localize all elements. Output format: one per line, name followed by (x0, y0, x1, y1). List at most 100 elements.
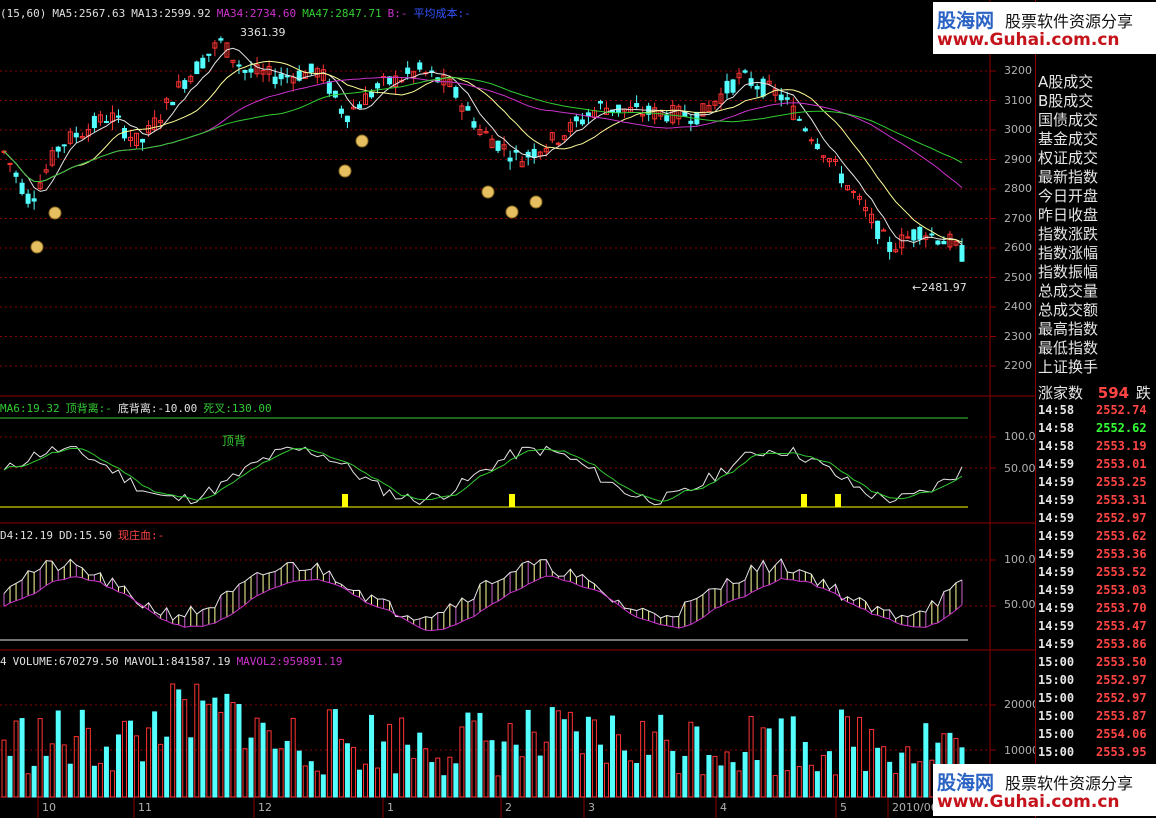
candle-body (344, 115, 350, 123)
candle-body (194, 61, 200, 75)
index-menu-item[interactable]: 权证成交 (1038, 147, 1098, 168)
p4-legend-item: MAVOL2:959891.19 (236, 655, 343, 668)
index-menu-item[interactable]: 最低指数 (1038, 337, 1098, 358)
up-count-label: 涨家数 (1038, 384, 1084, 402)
p2-legend-item: 底背离:-10.00 (117, 402, 198, 415)
index-menu-item[interactable]: 指数涨幅 (1038, 242, 1098, 263)
money-bag-icon (30, 240, 44, 254)
volume-bar (845, 716, 850, 798)
banker-indicator-legend: D4:12.19 DD:15.50 现庄血:- (0, 527, 170, 543)
volume-bar (266, 730, 272, 798)
volume-bar (881, 746, 887, 798)
main-legend-item: MA5:2567.63 (52, 7, 126, 20)
volume-bar (128, 720, 134, 798)
axis-tick-label: 100.0 (1004, 553, 1036, 566)
axis-tick-label: 2500 (1004, 270, 1032, 284)
volume-bar (778, 718, 784, 798)
candle-body (941, 241, 947, 245)
volume-bar (85, 727, 91, 798)
volume-bar (646, 754, 652, 798)
candle-body (375, 83, 381, 89)
volume-bar (887, 761, 893, 798)
candle-body (13, 172, 19, 177)
volume-bar (851, 746, 857, 798)
volume-bar (49, 743, 55, 798)
tick-price: 2553.70 (1096, 601, 1147, 615)
index-menu-item[interactable]: 最新指数 (1038, 166, 1098, 187)
candle-body (465, 106, 471, 111)
candle-body (272, 76, 278, 85)
candle-body (236, 64, 242, 67)
volume-bar (869, 728, 875, 798)
tick-row: 14:59 2553.70 (1038, 601, 1147, 615)
main-indicator-legend: (15,60) MA5:2567.63 MA13:2599.92 MA34:2734.… (0, 5, 477, 21)
candle-body (453, 87, 459, 98)
axis-tick-label: 50.00 (1004, 598, 1036, 611)
date-tick-label: 10 (42, 801, 56, 814)
p3-legend-item: DD:15.50 (58, 529, 112, 542)
volume-bar (736, 770, 742, 798)
index-menu-item[interactable]: B股成交 (1038, 90, 1093, 111)
tick-time: 15:00 (1038, 745, 1075, 759)
volume-bar (628, 760, 634, 798)
tick-time: 14:59 (1038, 493, 1075, 507)
volume-bar (766, 728, 772, 798)
volume-bar (712, 755, 718, 798)
index-menu-item[interactable]: A股成交 (1038, 71, 1093, 92)
volume-indicator-legend: 4 VOLUME:670279.50 MAVOL1:841587.19 MAVOL2:… (0, 655, 349, 668)
index-menu-item[interactable]: 指数振幅 (1038, 261, 1098, 282)
tick-price: 2553.62 (1096, 529, 1147, 543)
index-menu-item[interactable]: 国债成交 (1038, 109, 1098, 130)
divergence-indicator-legend: MA6:19.32 顶背离:- 底背离:-10.00 死叉:130.00 (0, 400, 278, 416)
candle-body (242, 70, 248, 73)
candle-body (507, 157, 513, 162)
candle-body (278, 73, 284, 80)
index-menu-item[interactable]: 指数涨跌 (1038, 223, 1098, 244)
volume-bar (597, 744, 603, 798)
tick-row: 14:59 2553.03 (1038, 583, 1147, 597)
volume-bar (658, 714, 664, 798)
p4-legend-item: MAVOL1:841587.19 (124, 655, 231, 668)
tick-time: 14:59 (1038, 475, 1075, 489)
top-divergence-label: 顶背 (222, 434, 247, 448)
volume-bar (826, 751, 832, 798)
candle-body (55, 146, 61, 152)
index-menu-item[interactable]: 上证换手 (1038, 356, 1098, 377)
candle-body (218, 38, 224, 41)
volume-bar (254, 717, 260, 798)
tick-price: 2552.97 (1096, 691, 1147, 705)
axis-tick-label: 2400 (1004, 300, 1032, 313)
volume-bar (435, 757, 441, 798)
axis-tick-label: 2600 (1004, 241, 1032, 254)
volume-bar (19, 718, 25, 798)
candle-body (405, 67, 411, 74)
volume-bar (718, 765, 724, 798)
p2-legend-item: 死叉:130.00 (203, 402, 272, 415)
volume-bar (236, 704, 242, 798)
tick-price: 2554.06 (1096, 727, 1147, 741)
volume-bar (122, 720, 127, 798)
index-menu-item[interactable]: 昨日收盘 (1038, 204, 1098, 225)
volume-bar (622, 750, 628, 798)
candle-body (760, 78, 766, 97)
down-count-label: 跌 (1135, 384, 1151, 402)
volume-bar (176, 689, 182, 798)
tick-row: 15:00 2554.06 (1038, 727, 1147, 741)
volume-bar (55, 710, 61, 798)
main-legend-item: 平均成本:- (413, 7, 471, 20)
index-menu-item[interactable]: 今日开盘 (1038, 185, 1098, 206)
volume-bar (555, 710, 561, 798)
volume-bar (832, 774, 838, 798)
index-menu-item[interactable]: 基金成交 (1038, 128, 1098, 149)
p3-legend-item: 现庄血:- (117, 529, 165, 542)
index-menu-item[interactable]: 最高指数 (1038, 318, 1098, 339)
volume-bar (796, 766, 802, 798)
index-menu-item[interactable]: 总成交额 (1038, 299, 1098, 320)
index-menu-item[interactable]: 总成交量 (1038, 280, 1098, 301)
p2-legend-item: MA6:19.32 (0, 402, 60, 415)
axis-tick-label: 3200 (1004, 64, 1032, 77)
candle-body (887, 241, 893, 252)
candle-body (597, 101, 603, 104)
volume-bar (134, 735, 140, 798)
watermark-banner-top: 股海网 股票软件资源分享 www.Guhai.com.cn (933, 2, 1156, 54)
